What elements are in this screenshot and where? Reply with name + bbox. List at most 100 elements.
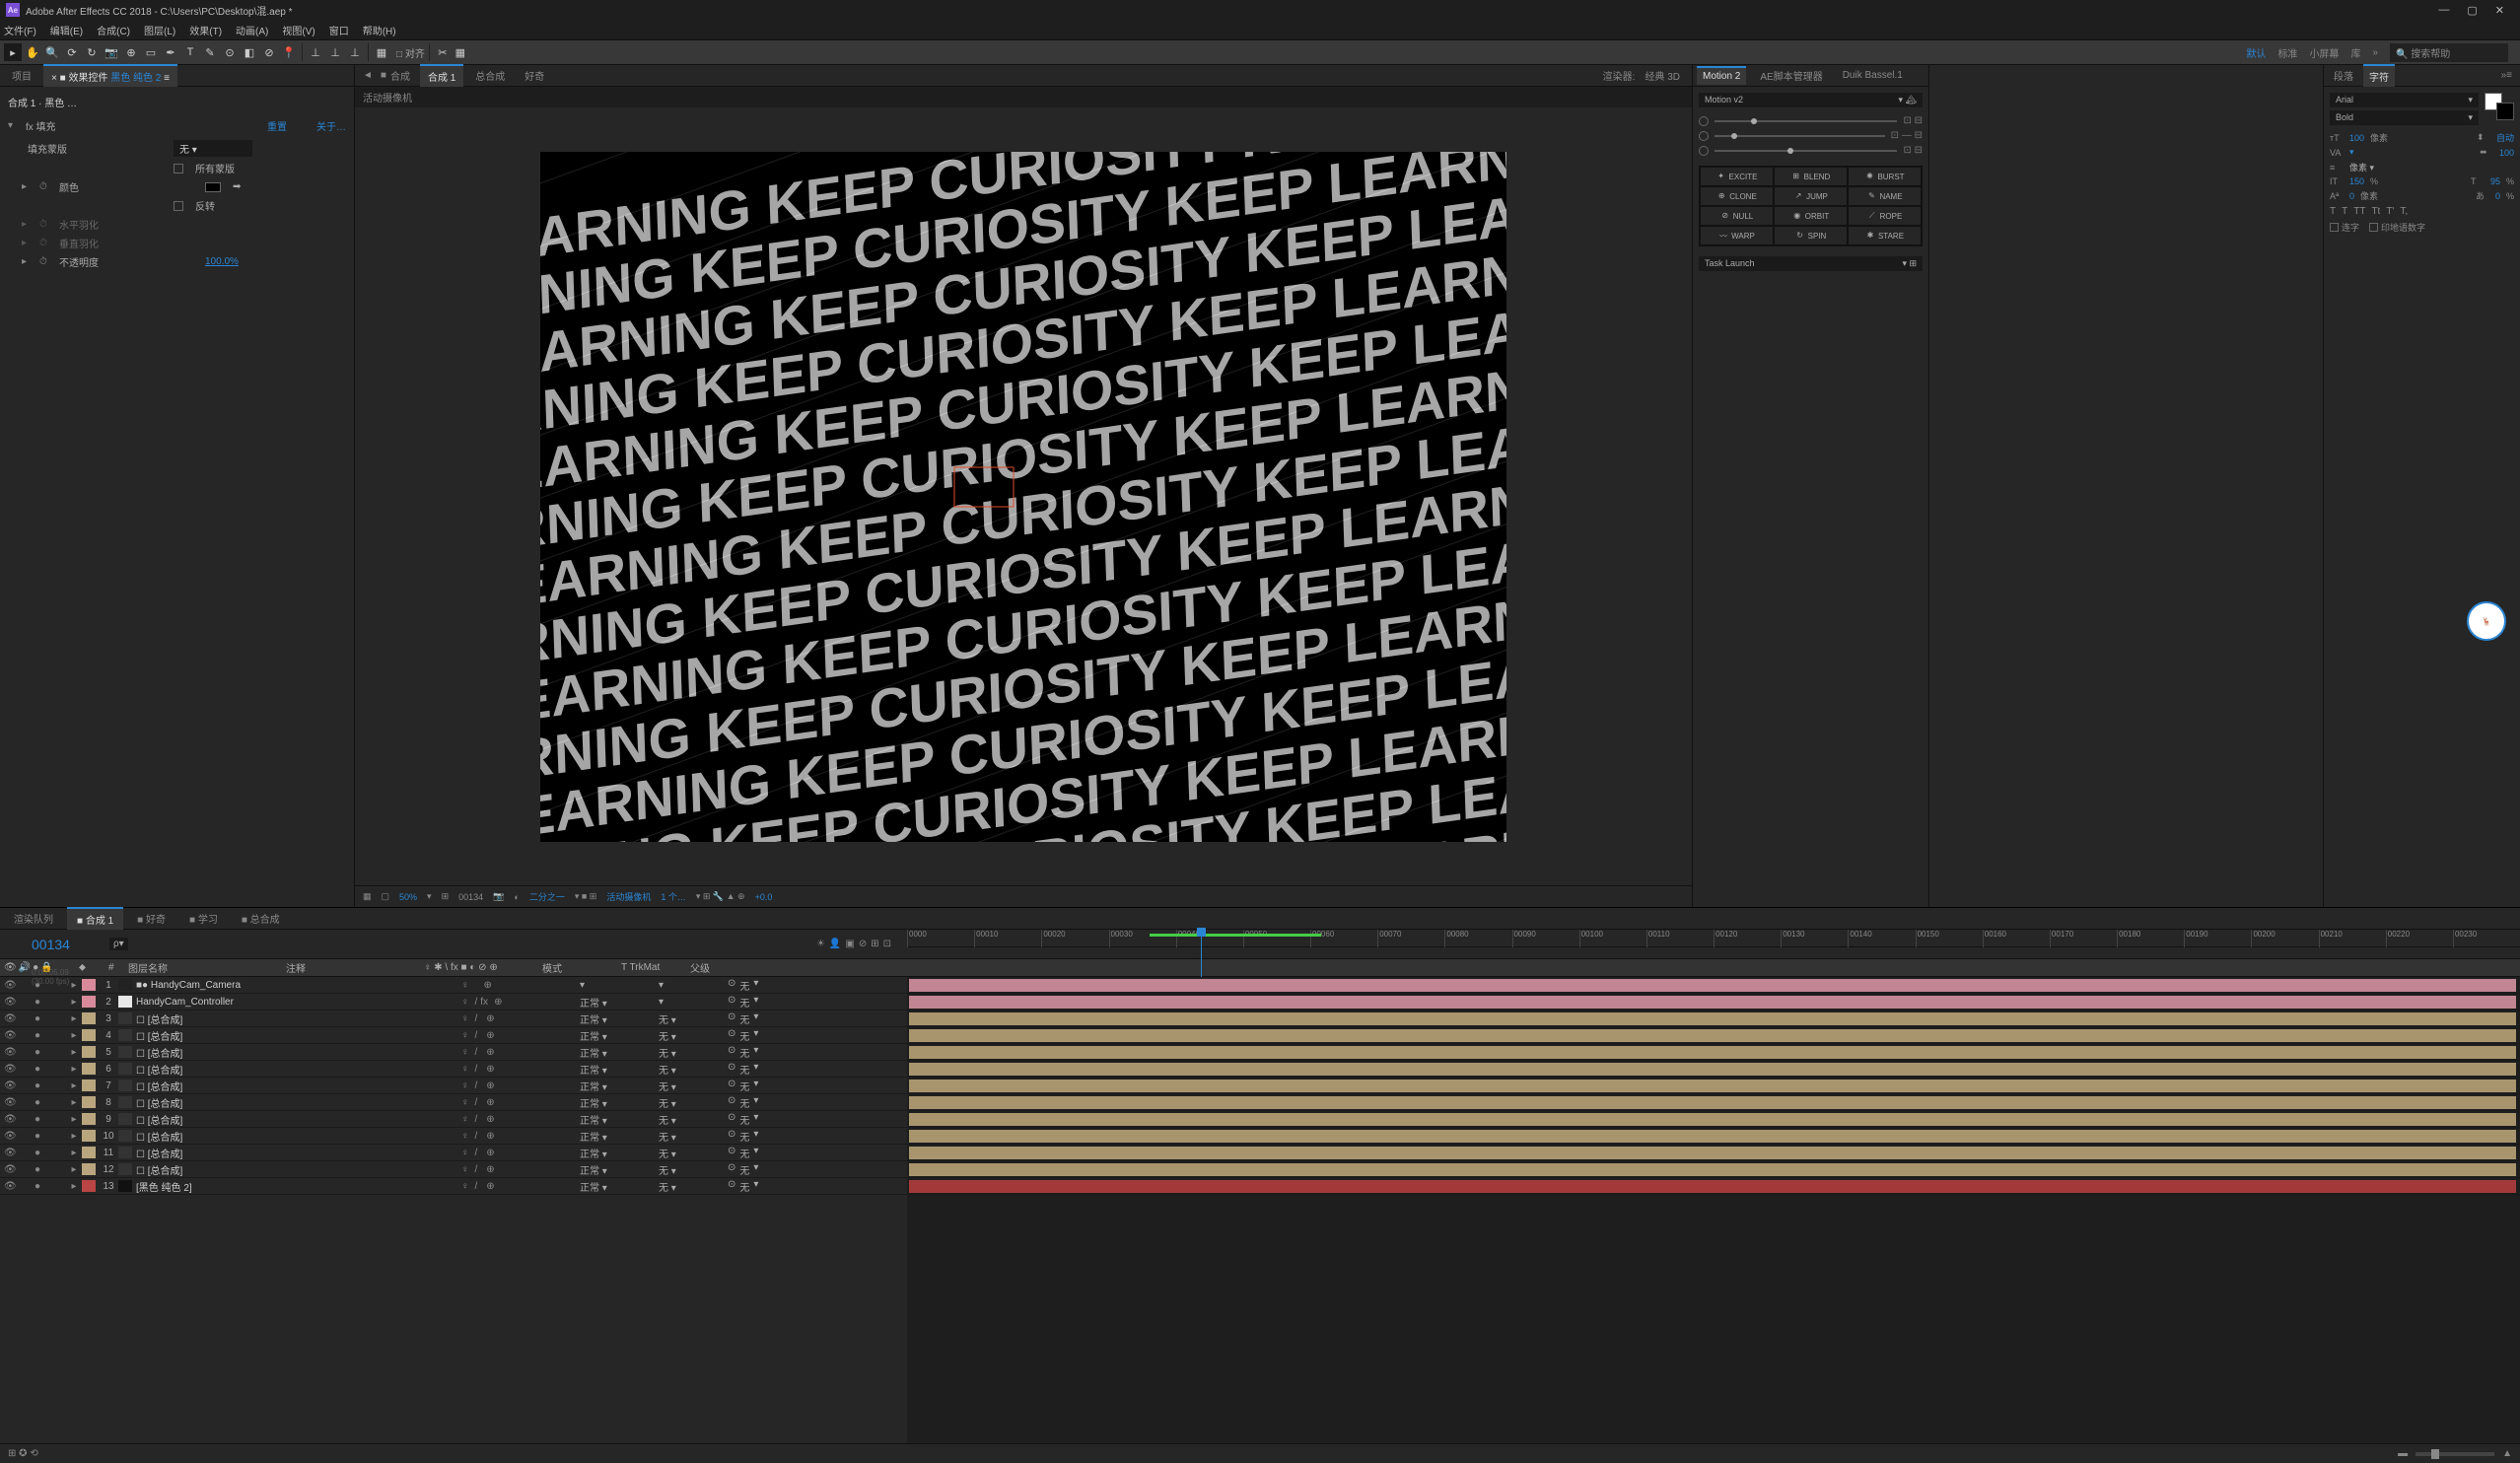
- layer-mode[interactable]: 正常 ▾: [580, 1045, 659, 1060]
- visibility-toggle[interactable]: 👁: [4, 1114, 16, 1125]
- layer-mode[interactable]: ▾: [580, 980, 659, 991]
- workspace-more[interactable]: »: [2372, 47, 2378, 58]
- layer-row[interactable]: 👁●▸1■● HandyCam_Camera♀⊕ ▾ ▾⊙无▾: [0, 977, 907, 994]
- tl-zoom-out[interactable]: ▬: [2398, 1448, 2408, 1459]
- layer-bar[interactable]: [909, 1130, 2516, 1143]
- track-row[interactable]: [907, 1145, 2520, 1161]
- close-button[interactable]: ✕: [2495, 4, 2504, 17]
- layer-row[interactable]: 👁●▸2HandyCam_Controller♀/fx⊕正常 ▾ ▾⊙无▾: [0, 994, 907, 1010]
- effect-expand[interactable]: ▾: [8, 120, 18, 131]
- layer-name[interactable]: ☐ [总合成]: [136, 1079, 323, 1093]
- slider1[interactable]: [1715, 120, 1897, 122]
- layer-switches[interactable]: ♀/⊕: [461, 1148, 580, 1158]
- footer-icon-a[interactable]: ▦: [363, 891, 372, 902]
- tl-zoom-in[interactable]: ▲: [2502, 1448, 2512, 1459]
- track-row[interactable]: [907, 994, 2520, 1010]
- layer-expand[interactable]: ▸: [69, 1080, 79, 1091]
- col-name[interactable]: 图层名称: [128, 960, 286, 975]
- layer-switches[interactable]: ♀/⊕: [461, 1013, 580, 1024]
- layer-label-color[interactable]: [82, 1180, 96, 1192]
- timeline-tab-1[interactable]: ■ 合成 1: [67, 907, 123, 930]
- col-mode[interactable]: 模式: [542, 960, 621, 975]
- layer-parent[interactable]: ⊙无▾: [728, 1129, 826, 1144]
- menu-item-7[interactable]: 窗口: [329, 23, 349, 37]
- layer-bar[interactable]: [909, 1080, 2516, 1092]
- motion-tool-stare[interactable]: ✱STARE: [1848, 226, 1922, 245]
- footer-icon-c[interactable]: ▾: [427, 891, 432, 902]
- axis-world[interactable]: ⊥: [326, 43, 344, 61]
- layer-trkmat[interactable]: 无 ▾: [659, 1079, 728, 1093]
- project-tab[interactable]: 项目: [4, 65, 39, 86]
- visibility-toggle[interactable]: 👁: [4, 1181, 16, 1192]
- opacity-stopwatch[interactable]: ⏱: [39, 256, 51, 267]
- eyedropper-icon[interactable]: ➡: [233, 181, 241, 192]
- effect-controls-tab[interactable]: × ■ 效果控件 黑色 纯色 2 ≡: [43, 64, 177, 87]
- layer-label-color[interactable]: [82, 1163, 96, 1175]
- duik-tab[interactable]: Duik Bassel.1: [1837, 67, 1909, 84]
- track-row[interactable]: [907, 1010, 2520, 1027]
- layer-row[interactable]: 👁●▸9☐ [总合成]♀/⊕正常 ▾无 ▾⊙无▾: [0, 1111, 907, 1128]
- track-row[interactable]: [907, 1061, 2520, 1078]
- layer-switches[interactable]: ♀/⊕: [461, 1080, 580, 1091]
- roto-tool[interactable]: ⊘: [260, 43, 278, 61]
- workspace-lib[interactable]: 库: [2350, 45, 2360, 60]
- layer-expand[interactable]: ▸: [69, 1131, 79, 1142]
- color-swatch[interactable]: [205, 182, 221, 192]
- layer-parent[interactable]: ⊙无▾: [728, 1028, 826, 1043]
- footer-views[interactable]: 1 个…: [661, 890, 686, 903]
- visibility-toggle[interactable]: 👁: [4, 1164, 16, 1175]
- comp-tab-3[interactable]: 好奇: [517, 65, 552, 86]
- layer-label-color[interactable]: [82, 996, 96, 1008]
- layer-bar[interactable]: [909, 1012, 2516, 1025]
- color-stopwatch[interactable]: ⏱: [39, 181, 51, 192]
- layer-bar[interactable]: [909, 1147, 2516, 1159]
- layer-trkmat[interactable]: 无 ▾: [659, 1045, 728, 1060]
- layer-mode[interactable]: 正常 ▾: [580, 1095, 659, 1110]
- layer-row[interactable]: 👁●▸7☐ [总合成]♀/⊕正常 ▾无 ▾⊙无▾: [0, 1078, 907, 1094]
- snap-label[interactable]: □ 对齐: [396, 45, 425, 60]
- layer-label-color[interactable]: [82, 1063, 96, 1075]
- layer-switches[interactable]: ♀/⊕: [461, 1030, 580, 1041]
- timeline-tab-0[interactable]: 渲染队列: [4, 908, 63, 929]
- comp-canvas[interactable]: KEEP LEARNING KEEP CURIOSITY KEEP LEARNI…: [355, 107, 1692, 885]
- layer-name[interactable]: ☐ [总合成]: [136, 1062, 323, 1077]
- layer-name[interactable]: ☐ [总合成]: [136, 1129, 323, 1144]
- layer-bar[interactable]: [909, 1180, 2516, 1193]
- menu-item-5[interactable]: 动画(A): [236, 23, 268, 37]
- layer-name[interactable]: ☐ [总合成]: [136, 1146, 323, 1160]
- layer-row[interactable]: 👁●▸5☐ [总合成]♀/⊕正常 ▾无 ▾⊙无▾: [0, 1044, 907, 1061]
- eraser-tool[interactable]: ◧: [241, 43, 258, 61]
- layer-parent[interactable]: ⊙无▾: [728, 1179, 826, 1194]
- layer-mode[interactable]: 正常 ▾: [580, 1179, 659, 1194]
- rect-tool[interactable]: ▭: [142, 43, 160, 61]
- minimize-button[interactable]: —: [2438, 4, 2449, 17]
- visibility-toggle[interactable]: 👁: [4, 1080, 16, 1091]
- motion-tool-burst[interactable]: ✺BURST: [1848, 167, 1922, 186]
- layer-bar[interactable]: [909, 996, 2516, 1009]
- layer-row[interactable]: 👁●▸13[黑色 纯色 2]♀/⊕正常 ▾无 ▾⊙无▾: [0, 1178, 907, 1195]
- layer-mode[interactable]: 正常 ▾: [580, 1146, 659, 1160]
- layer-trkmat[interactable]: 无 ▾: [659, 1028, 728, 1043]
- pen-tool[interactable]: ✒: [162, 43, 179, 61]
- layer-trkmat[interactable]: ▾: [659, 997, 728, 1008]
- layer-switches[interactable]: ♀⊕: [461, 980, 580, 991]
- layer-trkmat[interactable]: 无 ▾: [659, 1162, 728, 1177]
- layer-row[interactable]: 👁●▸10☐ [总合成]♀/⊕正常 ▾无 ▾⊙无▾: [0, 1128, 907, 1145]
- layer-label-color[interactable]: [82, 1046, 96, 1058]
- layer-bar[interactable]: [909, 1063, 2516, 1076]
- panel-menu-icon[interactable]: »≡: [2501, 70, 2516, 81]
- help-search[interactable]: 🔍 搜索帮助: [2390, 43, 2508, 62]
- motion-tool-spin[interactable]: ↻SPIN: [1774, 226, 1848, 245]
- comp-nav-back[interactable]: ◄: [359, 70, 377, 81]
- tl-tool-d[interactable]: ⊘: [859, 939, 867, 949]
- invert-checkbox[interactable]: [174, 201, 183, 211]
- footer-mask-icon[interactable]: ◐: [514, 892, 519, 902]
- anchor-tool[interactable]: ⊕: [122, 43, 140, 61]
- track-row[interactable]: [907, 977, 2520, 994]
- layer-trkmat[interactable]: ▾: [659, 980, 728, 991]
- layer-parent[interactable]: ⊙无▾: [728, 1045, 826, 1060]
- hscale-value[interactable]: 95: [2490, 176, 2500, 186]
- menu-item-4[interactable]: 效果(T): [189, 23, 222, 37]
- layer-trkmat[interactable]: 无 ▾: [659, 1179, 728, 1194]
- text-tool[interactable]: T: [181, 43, 199, 61]
